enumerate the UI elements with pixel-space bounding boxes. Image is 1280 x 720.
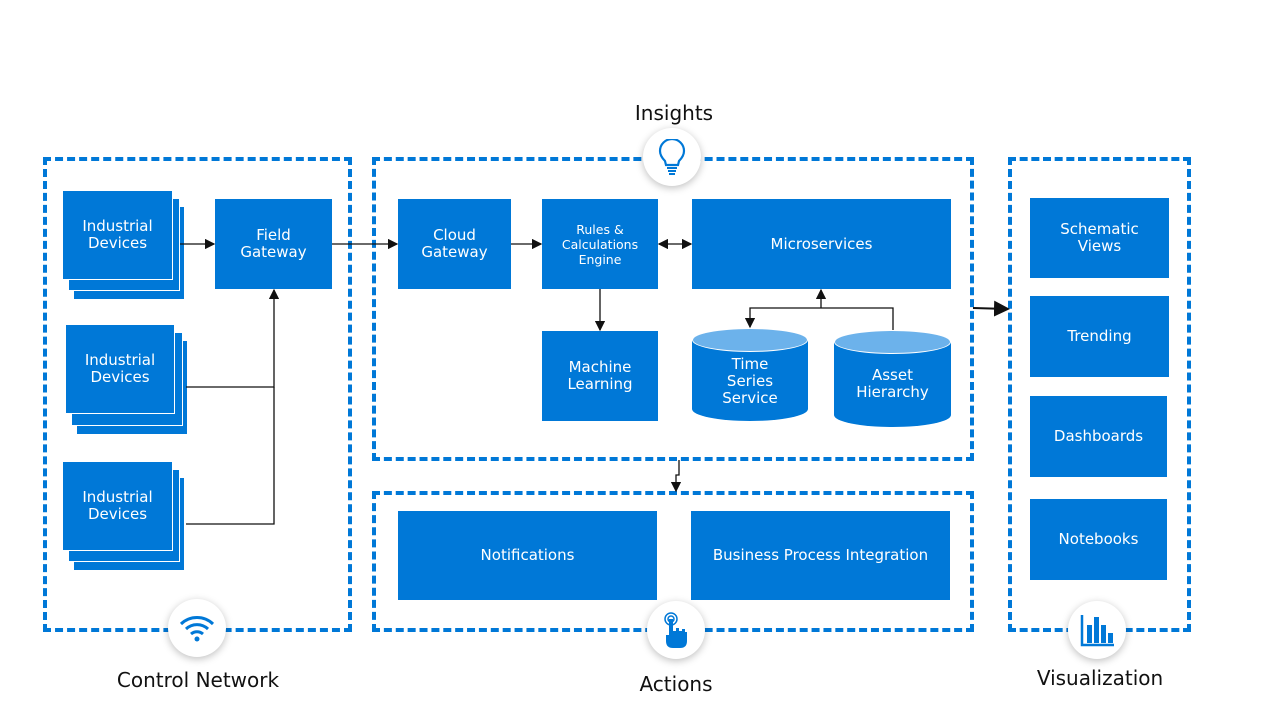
line-devices2-to-gateway (186, 288, 280, 388)
bar-chart-icon (1068, 601, 1126, 659)
arrow-insights-to-actions (670, 460, 682, 493)
wifi-icon (168, 599, 226, 657)
insights-title: Insights (634, 101, 714, 125)
actions-title: Actions (639, 672, 713, 696)
touch-hand-icon (647, 601, 705, 659)
control-network-title: Control Network (116, 668, 280, 692)
visualization-title: Visualization (1036, 666, 1164, 690)
arrow-insights-to-visualization (972, 300, 1010, 317)
line-devices3-to-gateway (186, 387, 275, 525)
lightbulb-icon (643, 128, 701, 186)
line-asset-to-hub (744, 307, 894, 330)
